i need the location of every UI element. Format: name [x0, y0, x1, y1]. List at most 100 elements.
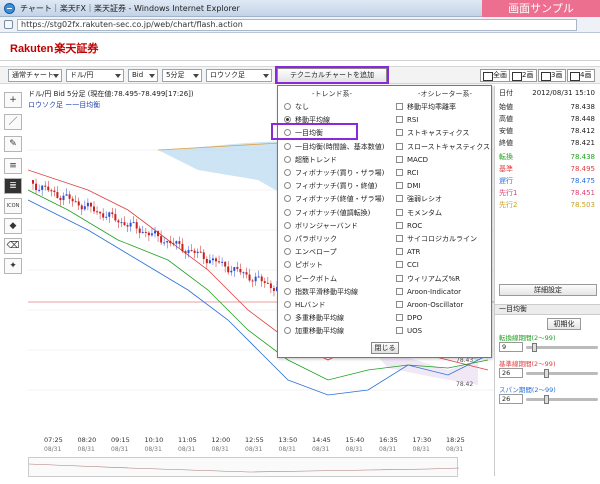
- checkbox-icon[interactable]: [396, 248, 403, 256]
- radio-icon[interactable]: [284, 195, 291, 203]
- oscillator-option[interactable]: Aroon-Oscillator: [396, 299, 463, 312]
- radio-icon[interactable]: [284, 327, 291, 335]
- checkbox-icon[interactable]: [396, 129, 403, 137]
- param-input[interactable]: 26: [499, 394, 523, 404]
- trend-option[interactable]: HLバンド: [284, 299, 326, 312]
- trend-option[interactable]: 超簡トレンド: [284, 154, 337, 167]
- pen-icon[interactable]: ✎: [4, 136, 22, 152]
- settings-icon[interactable]: ✦: [4, 258, 22, 274]
- checkbox-icon[interactable]: [396, 195, 403, 203]
- radio-icon[interactable]: [284, 208, 291, 216]
- oscillator-option[interactable]: サイコロジカルライン: [396, 233, 477, 246]
- radio-icon[interactable]: [284, 155, 291, 163]
- checkbox-icon[interactable]: [396, 116, 403, 124]
- horizontal-line-icon[interactable]: ≡: [4, 158, 22, 174]
- radio-icon[interactable]: [284, 274, 291, 282]
- radio-icon[interactable]: [284, 261, 291, 269]
- icon-tool-icon[interactable]: ICON: [4, 198, 22, 214]
- param-slider[interactable]: [526, 369, 598, 378]
- lines-icon[interactable]: ≣: [4, 178, 22, 194]
- trend-option[interactable]: フィボナッチ(値調転換): [284, 207, 370, 220]
- radio-icon[interactable]: [284, 248, 291, 256]
- url-field[interactable]: https://stg02fx.rakuten-sec.co.jp/web/ch…: [17, 19, 577, 31]
- oscillator-option[interactable]: UOS: [396, 325, 422, 338]
- oscillator-option[interactable]: 強弱レシオ: [396, 193, 442, 206]
- radio-icon[interactable]: [284, 314, 291, 322]
- param-slider[interactable]: [526, 395, 598, 404]
- trend-option[interactable]: エンベロープ: [284, 246, 337, 259]
- interval-select[interactable]: 5分足: [162, 69, 202, 82]
- oscillator-option[interactable]: ウィリアムズ%R: [396, 273, 460, 286]
- delete-icon[interactable]: ⌫: [4, 238, 22, 254]
- split-3-button[interactable]: 3画: [538, 69, 567, 82]
- oscillator-option[interactable]: ROC: [396, 220, 422, 233]
- trend-option[interactable]: フィボナッチ(買り・終値): [284, 180, 377, 193]
- trend-option[interactable]: ボリンジャーバンド: [284, 220, 358, 233]
- chart-style-select[interactable]: ロウソク足: [206, 69, 272, 82]
- oscillator-option[interactable]: スローストキャスティクス: [396, 141, 490, 154]
- radio-icon[interactable]: [284, 287, 291, 295]
- radio-icon[interactable]: [284, 235, 291, 242]
- radio-icon[interactable]: [284, 103, 291, 110]
- checkbox-icon[interactable]: [396, 287, 403, 295]
- trend-option[interactable]: ピボット: [284, 259, 323, 272]
- slider-knob[interactable]: [543, 395, 549, 404]
- close-button[interactable]: 閉じる: [371, 342, 399, 354]
- radio-icon[interactable]: [284, 169, 291, 176]
- radio-icon[interactable]: [284, 182, 291, 190]
- oscillator-option[interactable]: DPO: [396, 312, 422, 325]
- radio-icon[interactable]: [284, 142, 291, 150]
- param-slider[interactable]: [526, 343, 598, 352]
- detail-settings-button[interactable]: 詳細設定: [499, 284, 597, 296]
- trend-option[interactable]: 多重移動平均線: [284, 312, 344, 325]
- checkbox-icon[interactable]: [396, 103, 403, 110]
- oscillator-option[interactable]: RCI: [396, 167, 418, 180]
- oscillator-option[interactable]: 移動平均乖離率: [396, 101, 456, 114]
- checkbox-icon[interactable]: [396, 261, 403, 269]
- checkbox-icon[interactable]: [396, 208, 403, 216]
- radio-icon[interactable]: [284, 301, 291, 308]
- checkbox-icon[interactable]: [396, 274, 403, 282]
- checkbox-icon[interactable]: [396, 327, 403, 335]
- oscillator-option[interactable]: ATR: [396, 246, 420, 259]
- trend-option[interactable]: パラボリック: [284, 233, 337, 246]
- trend-option[interactable]: フィボナッチ(買り・ザラ場): [284, 167, 384, 180]
- split-1-button[interactable]: 全画: [480, 69, 511, 82]
- checkbox-icon[interactable]: [396, 169, 403, 176]
- checkbox-icon[interactable]: [396, 142, 403, 150]
- trend-option[interactable]: フィボナッチ(終値・ザラ場): [284, 193, 384, 206]
- checkbox-icon[interactable]: [396, 235, 403, 242]
- bid-select[interactable]: Bid: [128, 69, 158, 82]
- checkbox-icon[interactable]: [396, 221, 403, 229]
- slider-knob[interactable]: [543, 369, 549, 378]
- oscillator-option[interactable]: RSI: [396, 114, 418, 127]
- param-input[interactable]: 9: [499, 342, 523, 352]
- split-4-button[interactable]: 4画: [567, 69, 596, 82]
- oscillator-option[interactable]: CCI: [396, 259, 419, 272]
- trend-option[interactable]: ピークボトム: [284, 273, 337, 286]
- trend-option[interactable]: 加重移動平均線: [284, 325, 344, 338]
- trend-option[interactable]: 一目均衡(時間論、基本数値): [284, 141, 384, 154]
- overview-scroller[interactable]: [28, 457, 460, 477]
- trend-option[interactable]: なし: [284, 101, 309, 114]
- init-button[interactable]: 初期化: [547, 318, 581, 330]
- eraser-icon[interactable]: ◆: [4, 218, 22, 234]
- radio-icon[interactable]: [284, 221, 291, 229]
- slider-knob[interactable]: [532, 343, 538, 352]
- oscillator-option[interactable]: モメンタム: [396, 207, 442, 220]
- checkbox-icon[interactable]: [396, 314, 403, 322]
- checkbox-icon[interactable]: [396, 301, 403, 308]
- checkbox-icon[interactable]: [396, 182, 403, 190]
- split-2-button[interactable]: 2画: [509, 69, 538, 82]
- crosshair-icon[interactable]: +: [4, 92, 22, 108]
- trend-option[interactable]: 指数平滑移動平均線: [284, 286, 358, 299]
- chart-type-select[interactable]: 通常チャート: [8, 69, 62, 82]
- pair-select[interactable]: ドル/円: [66, 69, 124, 82]
- param-input[interactable]: 26: [499, 368, 523, 378]
- oscillator-option[interactable]: MACD: [396, 154, 428, 167]
- oscillator-option[interactable]: DMI: [396, 180, 421, 193]
- checkbox-icon[interactable]: [396, 155, 403, 163]
- oscillator-option[interactable]: Aroon-Indicator: [396, 286, 461, 299]
- oscillator-option[interactable]: ストキャスティクス: [396, 127, 469, 140]
- trendline-icon[interactable]: ／: [4, 114, 22, 130]
